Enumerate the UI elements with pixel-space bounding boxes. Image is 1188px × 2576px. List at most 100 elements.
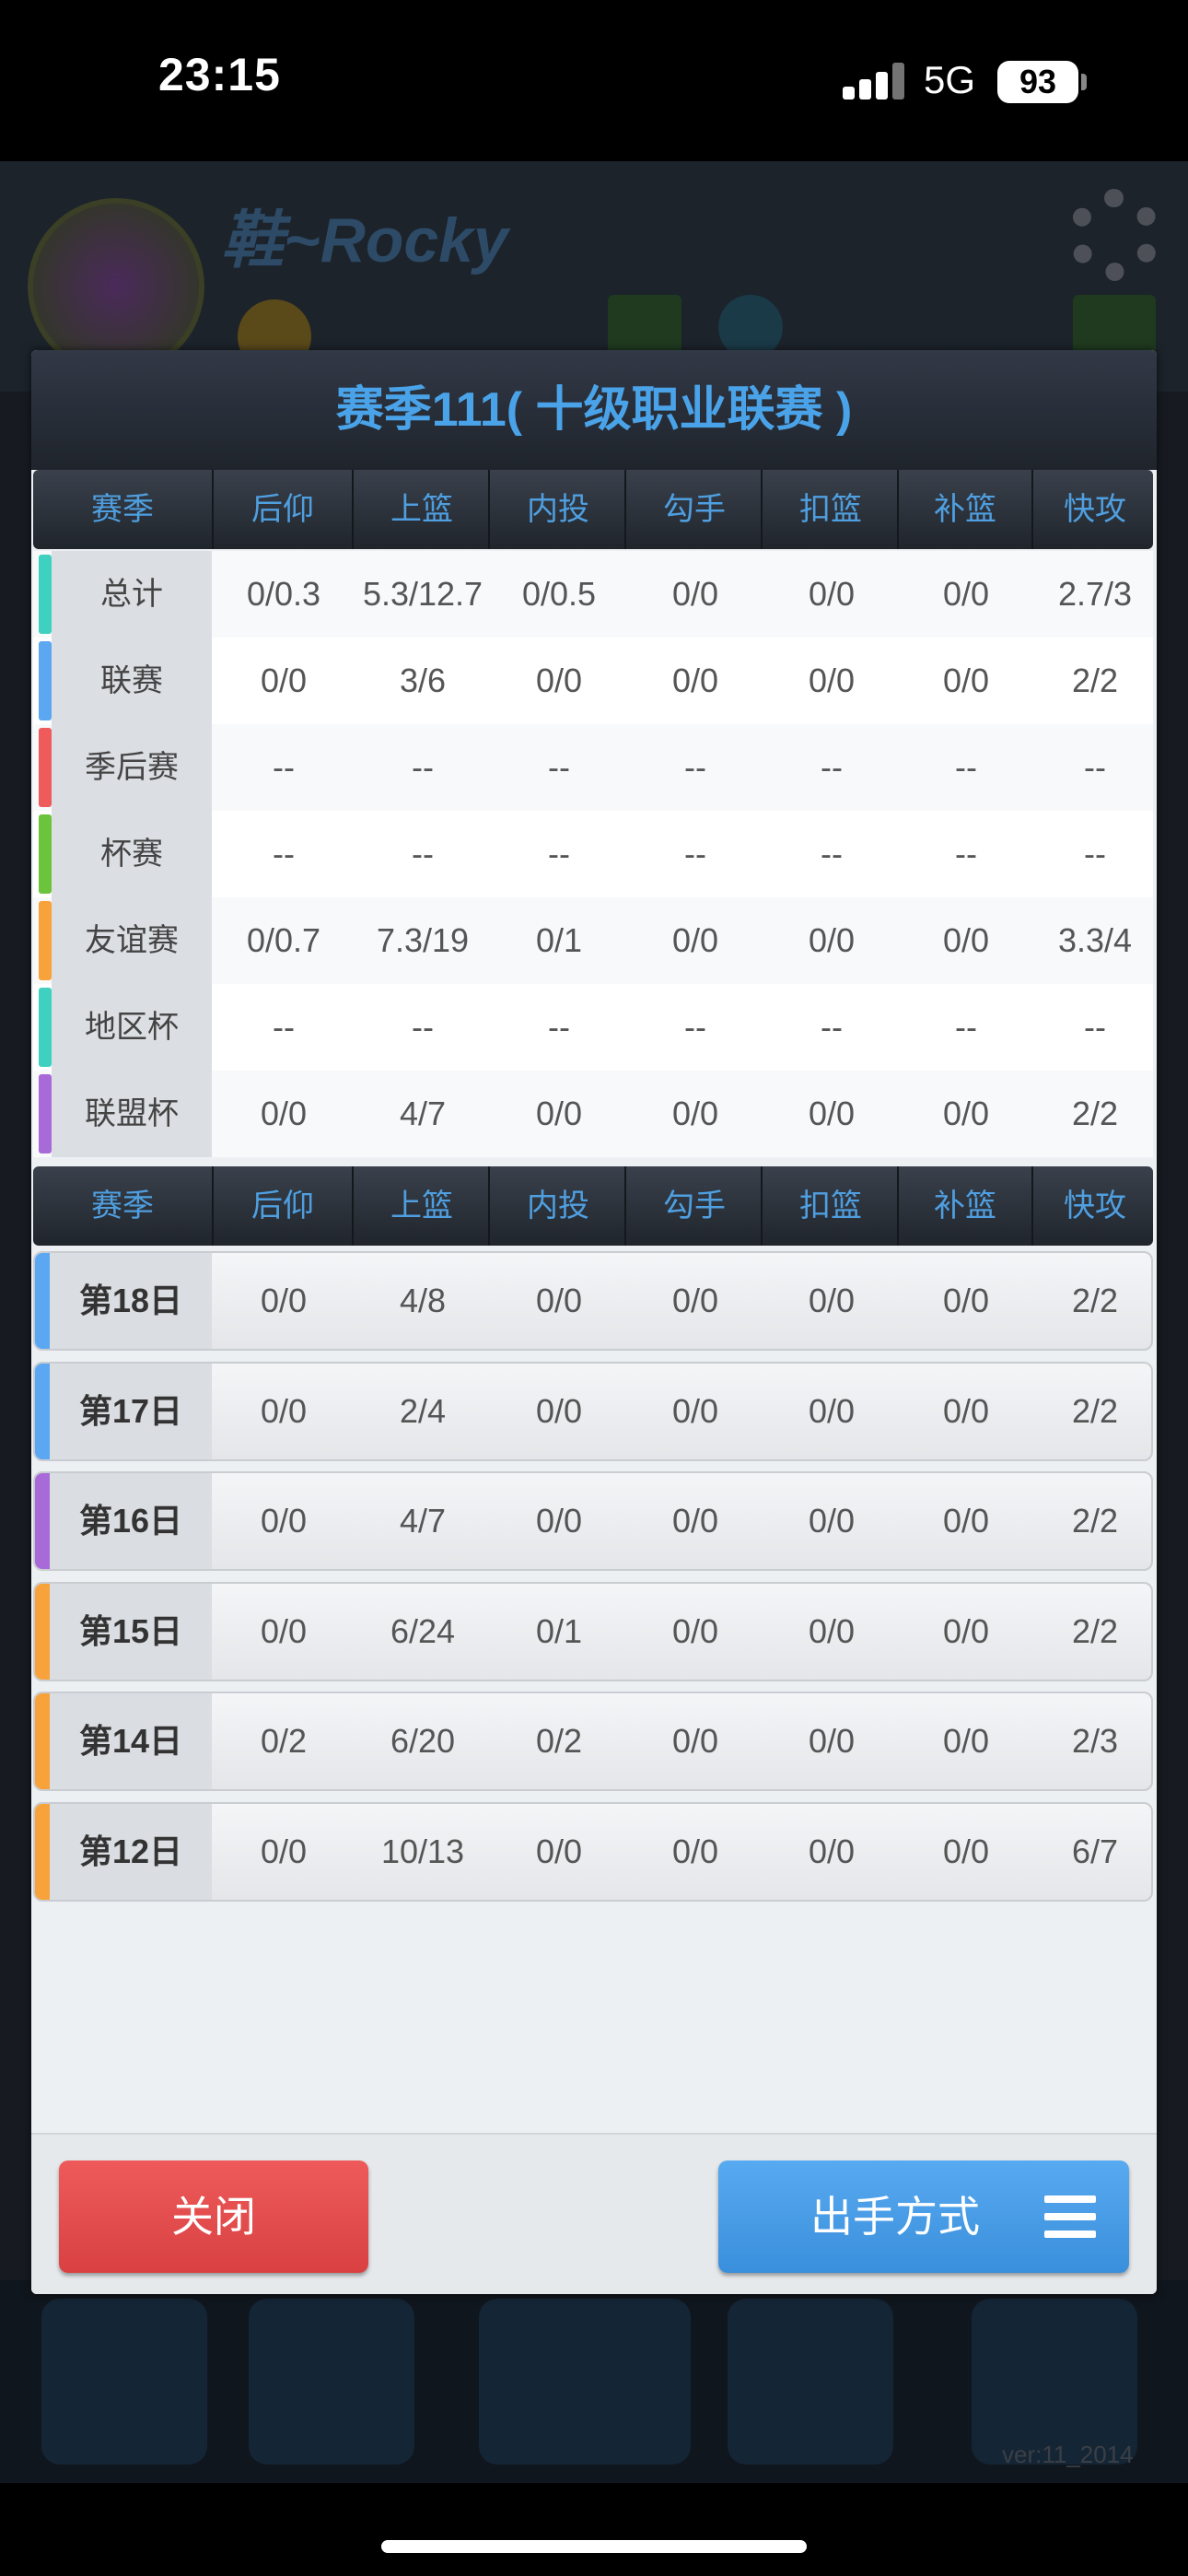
home-indicator-area: [0, 2483, 1188, 2576]
column-header: 快攻: [1064, 1188, 1126, 1224]
stat-cell: 0/0: [808, 1722, 856, 1760]
stat-cell: --: [273, 748, 295, 786]
stat-cell: 0/0: [671, 1502, 719, 1540]
day-row-label: 第16日: [50, 1473, 212, 1569]
stat-cell: --: [548, 1008, 570, 1046]
nav-up-icon: [972, 2299, 1137, 2465]
stat-cell: --: [684, 835, 706, 872]
stat-cell: 0/0: [942, 1502, 990, 1540]
row-color-tag: [39, 555, 52, 634]
stat-cell: 3/6: [399, 662, 447, 699]
stat-cell: 0/1: [535, 921, 583, 959]
version-label: ver:11_2014: [1002, 2441, 1134, 2468]
stat-cell: 0/2: [535, 1722, 583, 1760]
stat-cell: 0/0: [808, 1832, 856, 1870]
stat-cell: 0/0: [942, 921, 990, 959]
column-header: 赛季: [33, 470, 214, 549]
season-row-label: 杯赛: [52, 811, 212, 897]
stat-cell: --: [821, 835, 843, 872]
row-color-tag: [35, 1253, 50, 1349]
dialog-footer: 关闭 出手方式: [31, 2133, 1157, 2294]
column-header: 后仰: [214, 1166, 354, 1246]
signal-icon: [843, 63, 907, 100]
season-row: 季后赛 -- -- -- -- -- -- --: [33, 724, 1153, 811]
stat-cell: 2/2: [1071, 662, 1119, 699]
stat-cell: 0/0: [808, 1095, 856, 1132]
season-row: 地区杯 -- -- -- -- -- -- --: [33, 984, 1153, 1071]
stat-cell: 0/0: [942, 575, 990, 613]
stat-cell: 2/2: [1071, 1391, 1119, 1430]
day-row-label: 第15日: [50, 1583, 212, 1680]
stat-cell: 0/0: [671, 1282, 719, 1319]
row-color-tag: [35, 1803, 50, 1900]
stat-cell: --: [955, 1008, 977, 1046]
stat-cell: 0/0: [808, 662, 856, 699]
player-name: 鞋~Rocky: [221, 205, 508, 275]
menu-icon: [1044, 2195, 1096, 2238]
stat-cell: 0/0.7: [246, 921, 321, 959]
day-row[interactable]: 第12日 0/0 10/13 0/0 0/0 0/0 0/0 6/7: [33, 1801, 1153, 1902]
close-button[interactable]: 关闭: [59, 2160, 368, 2273]
season-row-label: 联盟杯: [52, 1071, 212, 1157]
stat-cell: 0/0: [535, 1282, 583, 1319]
stat-cell: 4/8: [399, 1282, 447, 1319]
day-row[interactable]: 第18日 0/0 4/8 0/0 0/0 0/0 0/0 2/2: [33, 1251, 1153, 1351]
day-row[interactable]: 第16日 0/0 4/7 0/0 0/0 0/0 0/0 2/2: [33, 1471, 1153, 1571]
season-header-row: 赛季 后仰 上篮 内投 勾手 扣篮 补篮 快攻: [33, 470, 1153, 549]
season-row: 杯赛 -- -- -- -- -- -- --: [33, 811, 1153, 897]
stat-cell: 0/0: [942, 1722, 990, 1760]
day-row-label: 第14日: [50, 1693, 212, 1789]
stat-cell: --: [684, 748, 706, 786]
stat-cell: 0/0: [535, 1095, 583, 1132]
season-row-label: 地区杯: [52, 984, 212, 1071]
column-header: 勾手: [628, 470, 763, 549]
season-row: 联盟杯 0/0 4/7 0/0 0/0 0/0 0/0 2/2: [33, 1071, 1153, 1157]
shot-type-button[interactable]: 出手方式: [718, 2160, 1129, 2273]
stat-cell: 0/0: [535, 662, 583, 699]
row-color-tag: [39, 901, 52, 980]
day-row-label: 第12日: [50, 1803, 212, 1900]
stat-cell: 2/2: [1071, 1282, 1119, 1319]
season-row-label: 联赛: [52, 638, 212, 724]
day-row[interactable]: 第17日 0/0 2/4 0/0 0/0 0/0 0/0 2/2: [33, 1361, 1153, 1461]
column-header: 扣篮: [764, 1166, 899, 1246]
stat-cell: --: [684, 1008, 706, 1046]
day-header-row: 赛季 后仰 上篮 内投 勾手 扣篮 补篮 快攻: [33, 1166, 1153, 1246]
column-header: 后仰: [214, 470, 354, 549]
stat-cell: 0/0: [671, 575, 719, 613]
stat-cell: 0/0: [942, 662, 990, 699]
day-row[interactable]: 第15日 0/0 6/24 0/1 0/0 0/0 0/0 2/2: [33, 1581, 1153, 1681]
stat-cell: 0/0: [942, 1611, 990, 1650]
stat-cell: 0/0: [260, 1832, 308, 1870]
row-color-tag: [39, 814, 52, 894]
stat-cell: 0/0: [808, 1611, 856, 1650]
season-row-label: 总计: [52, 551, 212, 638]
stat-cell: 0/0: [808, 575, 856, 613]
season-row: 联赛 0/0 3/6 0/0 0/0 0/0 0/0 2/2: [33, 638, 1153, 724]
gear-icon: [1068, 189, 1160, 281]
stat-cell: --: [955, 748, 977, 786]
stat-cell: --: [548, 748, 570, 786]
stat-cell: 0/0: [671, 1832, 719, 1870]
row-color-tag: [39, 641, 52, 720]
stat-cell: --: [273, 835, 295, 872]
day-row[interactable]: 第14日 0/2 6/20 0/2 0/0 0/0 0/0 2/3: [33, 1692, 1153, 1791]
stat-cell: --: [1084, 835, 1106, 872]
stat-cell: 0/0.3: [246, 575, 321, 613]
stat-cell: 6/20: [390, 1722, 456, 1760]
stat-cell: 0/0: [260, 662, 308, 699]
stat-cell: 0/0: [942, 1282, 990, 1319]
column-header: 扣篮: [764, 470, 899, 549]
row-color-tag: [35, 1693, 50, 1789]
stat-cell: --: [955, 835, 977, 872]
stat-cell: 0/0: [671, 1722, 719, 1760]
home-indicator: [381, 2540, 807, 2553]
stat-cell: --: [412, 748, 434, 786]
stat-cell: 2/3: [1071, 1722, 1119, 1760]
shot-type-label: 出手方式: [810, 2193, 980, 2241]
stat-cell: 0/0: [671, 1095, 719, 1132]
stat-cell: 6/24: [390, 1611, 456, 1650]
stat-cell: 0/0: [942, 1391, 990, 1430]
stat-cell: --: [273, 1008, 295, 1046]
row-color-tag: [35, 1583, 50, 1680]
